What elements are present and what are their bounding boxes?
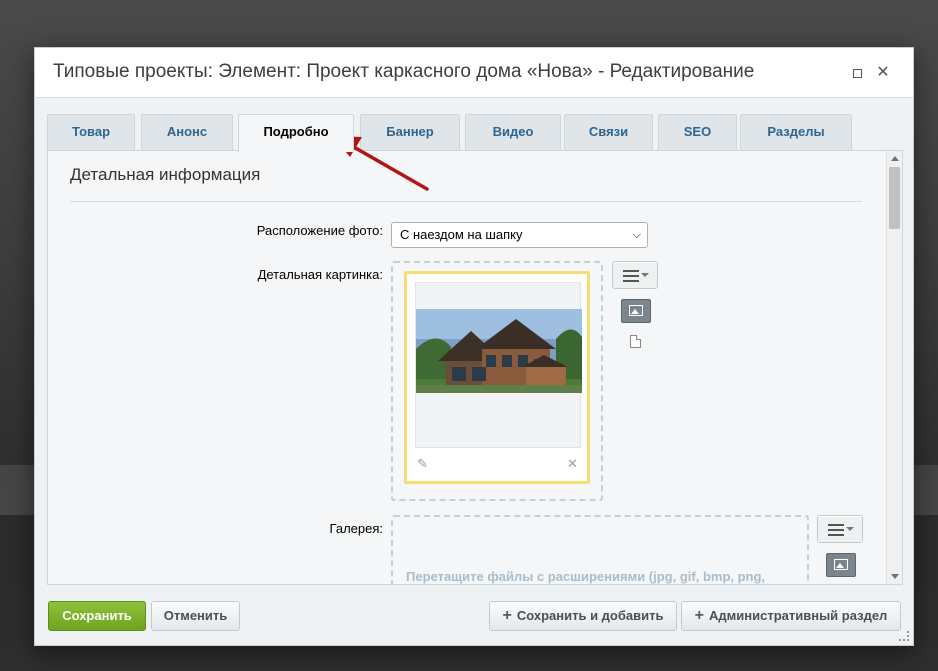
plus-icon: + [502, 607, 512, 624]
resize-grip[interactable] [899, 631, 909, 641]
image-source-button[interactable] [621, 299, 651, 323]
tab-video[interactable]: Видео [465, 114, 561, 150]
tab-details[interactable]: Подробно [238, 114, 354, 152]
detail-picture-frame [415, 282, 582, 448]
section-divider [70, 201, 862, 202]
admin-section-button[interactable]: + Административный раздел [681, 601, 901, 631]
caret-down-icon [641, 273, 649, 277]
section-title: Детальная информация [70, 165, 261, 184]
scroll-thumb[interactable] [889, 167, 900, 229]
delete-icon[interactable]: ✕ [567, 456, 578, 472]
tab-banner[interactable]: Баннер [360, 114, 460, 150]
save-button[interactable]: Сохранить [48, 601, 146, 631]
detail-picture-menu-button[interactable] [612, 261, 658, 289]
detail-picture-label: Детальная картинка: [257, 267, 383, 282]
pencil-icon[interactable]: ✎ [417, 456, 428, 472]
save-and-add-button[interactable]: + Сохранить и добавить [489, 601, 677, 631]
admin-section-label: Административный раздел [709, 608, 888, 623]
tab-seo[interactable]: SEO [658, 114, 737, 150]
maximize-icon[interactable] [849, 65, 865, 81]
close-icon[interactable]: ✕ [875, 65, 891, 81]
save-and-add-label: Сохранить и добавить [516, 608, 664, 623]
file-icon[interactable] [630, 335, 641, 348]
plus-icon: + [694, 607, 705, 624]
chevron-down-icon: ⌵ [632, 229, 641, 241]
scroll-up-icon[interactable] [891, 156, 899, 161]
dialog-title: Типовые проекты: Элемент: Проект каркасн… [53, 61, 755, 82]
scroll-down-icon[interactable] [891, 574, 899, 579]
gallery-image-source-button[interactable] [826, 553, 856, 577]
tab-announce[interactable]: Анонс [141, 114, 233, 150]
gallery-menu-button[interactable] [817, 515, 863, 543]
image-icon [834, 559, 848, 570]
caret-down-icon [846, 527, 854, 531]
photo-position-label: Расположение фото: [256, 223, 383, 238]
gallery-label: Галерея: [329, 521, 383, 536]
photo-position-select[interactable]: С наездом на шапку ⌵ [391, 222, 648, 248]
content-scrollbar[interactable] [886, 151, 902, 584]
image-icon [629, 305, 643, 316]
gallery-dropzone-hint: Перетащите файлы с расширениями (jpg, gi… [406, 569, 766, 584]
tab-relations[interactable]: Связи [564, 114, 653, 150]
dialog-titlebar: Типовые проекты: Элемент: Проект каркасн… [35, 48, 913, 98]
cancel-button[interactable]: Отменить [151, 601, 240, 631]
menu-icon [828, 524, 844, 539]
tab-content: Детальная информация Расположение фото: … [47, 150, 903, 585]
menu-icon [623, 270, 639, 285]
photo-position-value: С наездом на шапку [400, 227, 523, 242]
tab-product[interactable]: Товар [47, 114, 135, 150]
detail-picture-card: ✎ ✕ [404, 271, 590, 484]
house-image[interactable] [416, 309, 582, 393]
edit-dialog: Типовые проекты: Элемент: Проект каркасн… [34, 47, 914, 646]
tab-sections[interactable]: Разделы [740, 114, 852, 150]
